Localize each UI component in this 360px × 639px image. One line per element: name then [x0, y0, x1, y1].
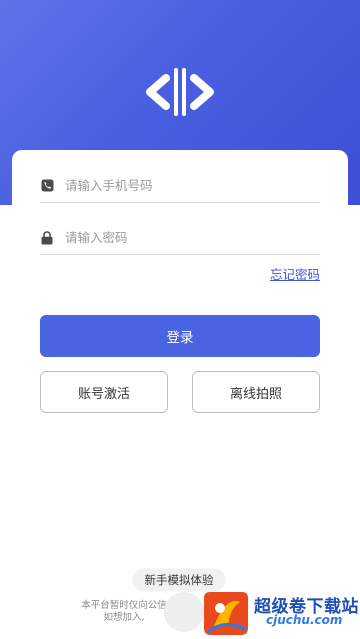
lock-icon — [40, 230, 54, 245]
login-button[interactable]: 登录 — [40, 315, 320, 357]
password-input[interactable] — [65, 230, 320, 245]
notice-line-1: 本平台暂时仅向公信 — [81, 600, 167, 611]
activate-account-button[interactable]: 账号激活 — [40, 371, 168, 413]
site-watermark: 超级卷下载站 cjuchu.com — [162, 588, 360, 639]
login-button-label: 登录 — [166, 330, 194, 346]
watermark-logo-icon — [204, 592, 248, 635]
code-brackets-logo — [146, 68, 214, 116]
phone-input[interactable] — [65, 178, 320, 193]
offline-photo-button[interactable]: 离线拍照 — [192, 371, 320, 413]
activate-account-label: 账号激活 — [77, 386, 130, 402]
login-screen: 忘记密码 登录 账号激活 离线拍照 新手模拟体验 本平台暂时仅向公信 如想加入,… — [0, 0, 360, 639]
offline-photo-label: 离线拍照 — [229, 386, 282, 402]
phone-icon — [40, 179, 54, 193]
trial-mode-label: 新手模拟体验 — [144, 573, 214, 587]
phone-field — [40, 169, 320, 203]
watermark-bubble — [164, 592, 204, 632]
forgot-password-link[interactable]: 忘记密码 — [270, 264, 320, 283]
watermark-url: cjuchu.com — [266, 613, 343, 627]
password-field — [40, 221, 320, 255]
